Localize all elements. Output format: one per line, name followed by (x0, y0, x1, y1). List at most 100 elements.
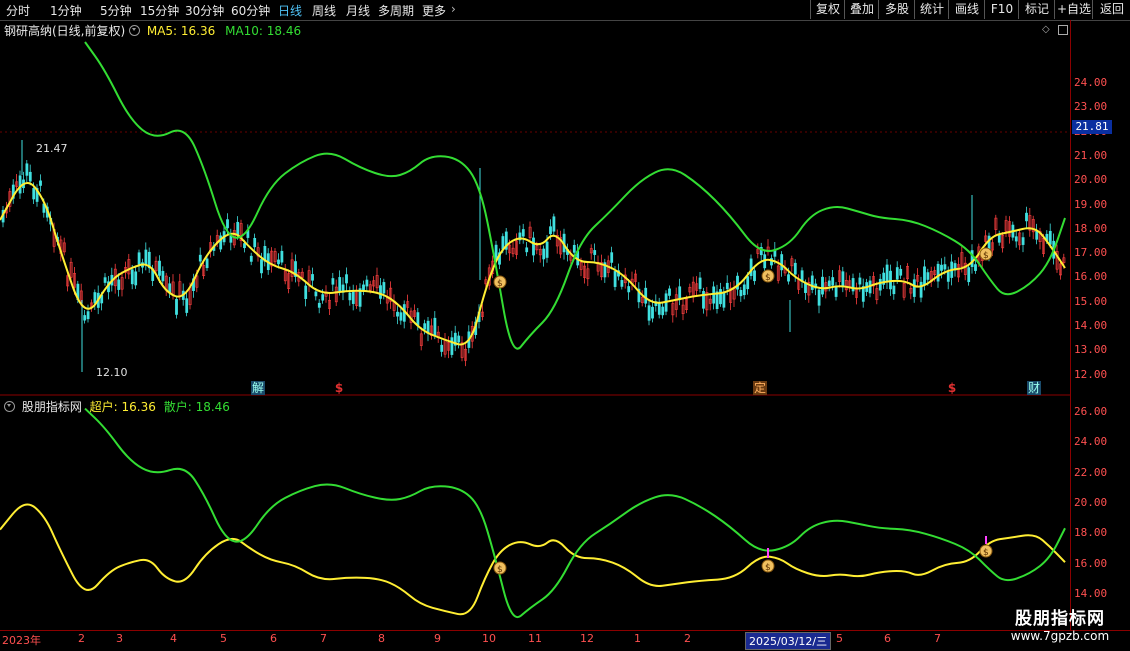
candle (345, 274, 348, 284)
candle (967, 267, 971, 283)
date-label: 11 (528, 632, 542, 645)
candle (668, 288, 671, 296)
indicator-tick-label: 14.00 (1074, 586, 1108, 600)
candle (416, 312, 420, 326)
date-label: 2 (78, 632, 85, 645)
candle (311, 274, 314, 281)
candle (93, 292, 97, 304)
candle (280, 250, 284, 263)
candle (627, 286, 631, 293)
watermark-url: www.7gpzb.com (1010, 629, 1110, 643)
candle (831, 277, 835, 286)
candle (780, 254, 784, 271)
candle (423, 323, 427, 330)
candle (253, 237, 257, 248)
price-tick-label: 24.00 (1074, 76, 1108, 89)
candle (304, 285, 308, 299)
money-bag-symbol: $ (983, 548, 989, 558)
candle (943, 264, 947, 270)
candle (895, 267, 899, 280)
date-axis: 2023年 2 3 4 5 6 7 8 9 10 11 12 1 2 2025/… (0, 630, 1130, 651)
candle (130, 269, 134, 285)
candle (923, 266, 926, 285)
price-tick-label: 18.00 (1074, 221, 1108, 235)
date-label: 7 (320, 632, 327, 645)
date-label: 2 (684, 632, 691, 645)
candle (18, 175, 22, 194)
candle (144, 249, 148, 265)
candle (542, 248, 546, 260)
price-tick-label: 14.00 (1074, 319, 1108, 332)
candle (661, 306, 665, 316)
candle (657, 301, 661, 315)
candle (117, 279, 121, 290)
date-label: 2023年 (2, 634, 41, 647)
kline-chart[interactable]: $ $ $ $ $ $ (0, 0, 1070, 630)
candle (997, 234, 1001, 243)
candle (698, 277, 702, 289)
event-financial-report-marker[interactable]: 财 (1027, 381, 1041, 395)
money-bag-symbol: $ (497, 565, 503, 575)
candle (175, 298, 178, 315)
candle (593, 250, 597, 255)
candle (158, 260, 161, 276)
current-price-tag: 21.81 (1072, 120, 1112, 134)
watermark-title: 股朋指标网 (1015, 609, 1105, 629)
candle (379, 285, 382, 299)
candle (885, 264, 889, 282)
date-label: 6 (884, 632, 891, 645)
price-tick-label: 21.00 (1074, 148, 1108, 162)
candle (236, 221, 240, 236)
candle (725, 282, 729, 290)
candle (134, 271, 138, 286)
indicator-tick-label: 20.00 (1074, 495, 1108, 509)
candle (746, 276, 750, 290)
back-button[interactable]: 返回 (1092, 0, 1130, 19)
candle (719, 289, 722, 305)
candle (277, 259, 280, 265)
event-dividend-marker[interactable]: $ (332, 381, 346, 395)
event-placement-marker[interactable]: 定 (753, 381, 767, 395)
date-label: 4 (170, 632, 177, 645)
low-price-annotation: 12.10 (96, 366, 128, 379)
candle (919, 281, 923, 298)
money-bag-symbol: $ (497, 279, 503, 289)
candle (521, 229, 525, 237)
selected-date-label[interactable]: 2025/03/12/三 (745, 632, 832, 650)
candle (532, 237, 535, 256)
candle (1035, 231, 1039, 240)
date-label: 6 (270, 632, 277, 645)
date-label: 9 (434, 632, 441, 645)
ma10-line (84, 41, 1066, 350)
candle (1014, 236, 1018, 242)
candle (892, 285, 896, 295)
candle (821, 276, 824, 295)
candle (742, 284, 746, 296)
candle (433, 317, 437, 337)
candle (912, 279, 916, 297)
event-dividend-marker[interactable]: $ (945, 381, 959, 395)
candle (899, 268, 903, 276)
event-unlock-marker[interactable]: 解 (251, 381, 265, 395)
candle (32, 188, 36, 200)
candle (314, 291, 318, 297)
watermark: 股朋指标网 www.7gpzb.com (990, 604, 1130, 643)
candle (878, 278, 882, 291)
date-label: 8 (378, 632, 385, 645)
candle (243, 243, 246, 249)
candle (712, 286, 716, 304)
price-tick-label: 12.00 (1074, 367, 1108, 381)
candle (552, 216, 556, 232)
candle (926, 272, 930, 280)
candle (651, 306, 654, 319)
price-tick-label: 15.00 (1074, 294, 1108, 308)
candle (365, 279, 369, 287)
date-label: 3 (116, 632, 123, 645)
candle (858, 277, 862, 285)
candle (1025, 212, 1028, 222)
money-bag-symbol: $ (765, 563, 771, 573)
candle (678, 286, 682, 301)
candle (86, 311, 90, 320)
candle (83, 315, 87, 321)
money-bag-symbol: $ (983, 251, 989, 261)
